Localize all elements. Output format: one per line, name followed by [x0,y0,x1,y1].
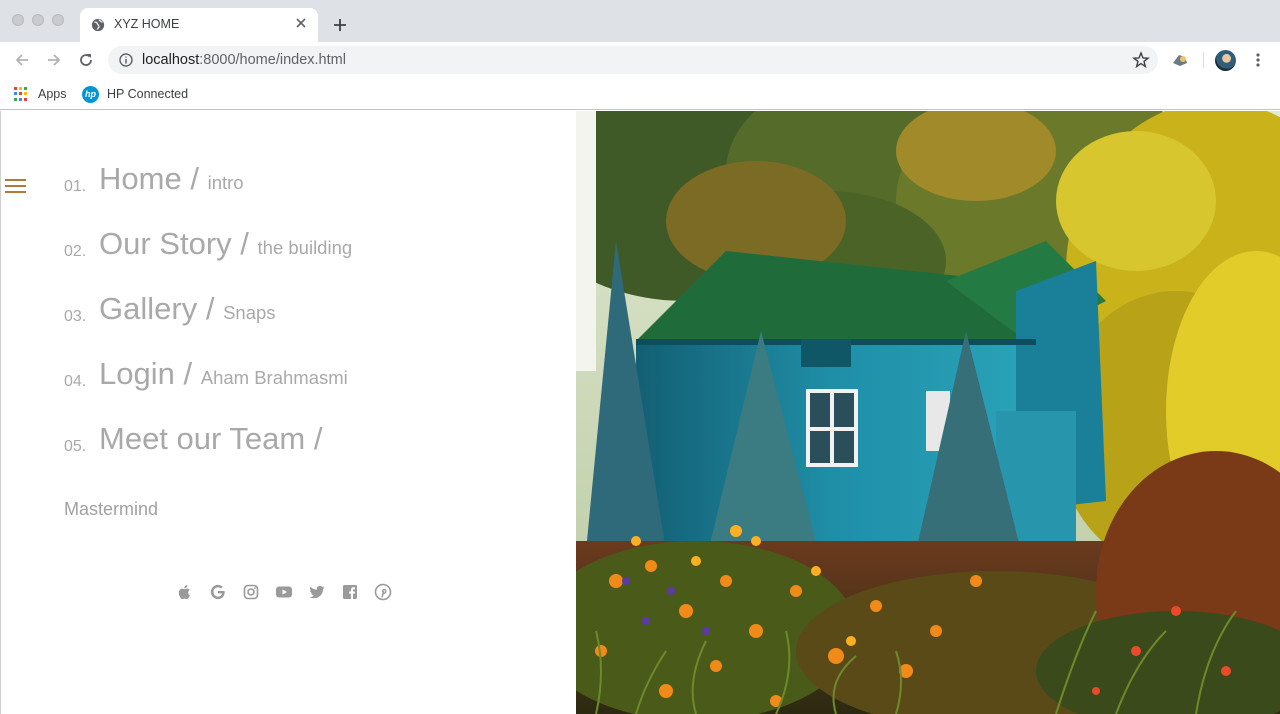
bookmark-hp-connected[interactable]: hp HP Connected [82,84,188,104]
menu-separator: / [183,356,193,391]
facebook-icon[interactable] [341,583,359,601]
zoom-window-button[interactable] [52,14,64,26]
url-host: localhost [142,52,200,68]
bookmark-star-icon[interactable] [1132,51,1150,69]
close-tab-icon[interactable] [294,16,308,30]
social-links [176,583,392,601]
menu-title: Meet our Team [99,421,306,456]
back-arrow-icon[interactable] [13,51,31,69]
hero-photo [576,111,1280,714]
mastermind-label: Mastermind [64,499,159,519]
reload-icon[interactable] [77,51,95,69]
nav-panel: 01. Home / intro 02. Our Story / the bui… [0,111,576,714]
menu-number: 01. [64,178,87,195]
twitter-icon[interactable] [308,583,326,601]
tab-strip: XYZ HOME [0,0,1280,42]
youtube-icon[interactable] [275,583,293,601]
house-garden-illustration [576,111,1280,714]
more-menu-icon[interactable] [1250,52,1266,68]
pinterest-icon[interactable] [374,583,392,601]
menu-number: 03. [64,308,87,325]
browser-tab[interactable]: XYZ HOME [80,8,318,42]
forward-arrow-icon[interactable] [45,51,63,69]
bookmark-apps[interactable]: Apps [14,84,67,104]
menu-subtitle: Snaps [223,302,276,323]
menu-subtitle: intro [207,172,244,193]
page-viewport: 01. Home / intro 02. Our Story / the bui… [0,111,1280,714]
menu-title: Our Story [99,226,232,261]
bookmark-label: Apps [38,87,67,101]
menu-title: Gallery [99,291,198,326]
profile-avatar[interactable] [1215,50,1236,71]
url-text: localhost:8000/home/index.html [142,52,346,68]
apps-grid-icon [14,87,28,101]
menu-title: Login [99,356,175,391]
toolbar-divider [1203,52,1204,68]
menu-number: 04. [64,373,87,390]
menu-separator: / [240,226,249,261]
hp-logo-icon: hp [82,85,99,103]
extension-icon[interactable] [1171,51,1189,69]
instagram-icon[interactable] [242,583,260,601]
menu-title: Home [99,161,182,196]
minimize-window-button[interactable] [32,14,44,26]
address-bar[interactable]: localhost:8000/home/index.html [108,46,1158,74]
tab-title: XYZ HOME [114,17,180,31]
info-icon[interactable] [119,53,133,67]
globe-icon [91,18,105,32]
menu-subtitle: the building [257,237,353,258]
url-path: :8000/home/index.html [199,52,346,68]
menu-number: 02. [64,243,87,260]
menu-separator: / [205,291,215,326]
bookmark-label: HP Connected [107,87,189,101]
bookmarks-bar: Apps hp HP Connected [0,78,1280,110]
hamburger-menu-icon[interactable] [5,179,26,193]
apple-icon[interactable] [176,583,194,601]
new-tab-icon[interactable] [332,17,348,33]
close-window-button[interactable] [12,14,24,26]
google-icon[interactable] [209,583,227,601]
menu-separator: / [190,161,199,196]
menu-number: 05. [64,438,87,455]
browser-toolbar: localhost:8000/home/index.html [0,42,1280,78]
menu-separator: / [313,421,323,456]
menu-subtitle: Aham Brahmasmi [200,367,348,388]
